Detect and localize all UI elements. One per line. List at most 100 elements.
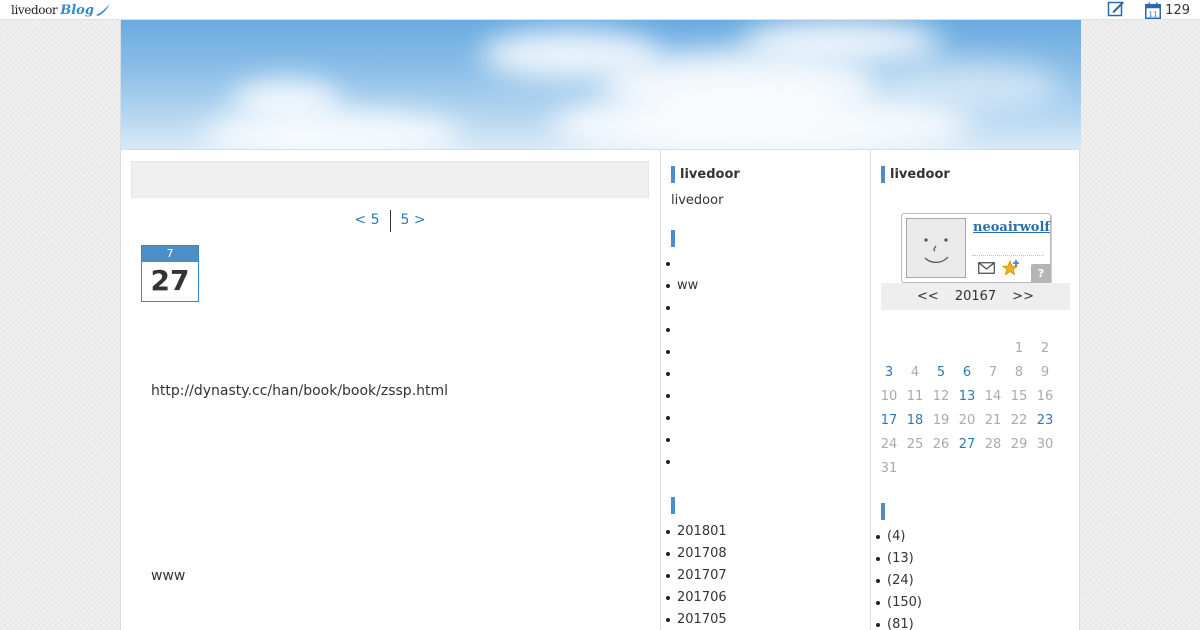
edit-post-button[interactable]	[1107, 0, 1125, 21]
recent-entry-item[interactable]	[661, 429, 861, 451]
calendar-blank-cell	[902, 337, 928, 361]
recent-entry-item[interactable]	[661, 297, 861, 319]
category-item[interactable]: (81)	[871, 614, 1071, 630]
recent-entry-item[interactable]	[661, 319, 861, 341]
calendar-month-label: 20167	[954, 289, 997, 304]
top-right-tools: 11 129	[1107, 0, 1190, 20]
entry-body-url: http://dynasty.cc/han/book/book/zssp.htm…	[151, 383, 449, 399]
entry-date-month: 7	[142, 246, 198, 262]
categories-list: (4) (13) (24) (150) (81)	[871, 526, 1071, 630]
calendar-day-17[interactable]: 17	[876, 409, 902, 433]
sidebar-section-title: livedoor	[671, 166, 740, 183]
mail-icon	[978, 262, 995, 274]
main-column: < 5 5 > 7 27 http://dynasty.cc/han/book/…	[131, 161, 651, 584]
calendar-day-20: 20	[958, 413, 976, 428]
calendar-day-18[interactable]: 18	[902, 409, 928, 433]
header-banner[interactable]	[121, 20, 1081, 150]
calendar-day-26: 26	[932, 437, 950, 452]
recent-entries-list: ww	[661, 253, 861, 473]
calendar-day-5[interactable]: 5	[928, 361, 954, 385]
calendar-icon: 11	[1145, 2, 1162, 19]
calendar-blank-cell	[980, 337, 1006, 361]
profile-help-button[interactable]: ?	[1031, 264, 1051, 283]
calendar-day-19: 19	[932, 413, 950, 428]
calendar-day-7: 7	[988, 365, 998, 380]
main-top-box	[131, 161, 649, 198]
recent-entry-item[interactable]	[661, 253, 861, 275]
blog-page: < 5 5 > 7 27 http://dynasty.cc/han/book/…	[120, 20, 1081, 630]
top-bar: livedoor Blog 11 129	[0, 0, 1200, 20]
banner-cloud	[231, 80, 341, 120]
prev-entry-link[interactable]: < 5	[344, 212, 389, 232]
banner-cloud	[741, 20, 941, 65]
recent-entry-item[interactable]	[661, 363, 861, 385]
calendar-nav: << 20167 >>	[881, 283, 1070, 310]
categories-title	[881, 503, 885, 520]
calendar-next-button[interactable]: >>	[1012, 289, 1034, 304]
calendar-day-11: 11	[906, 389, 924, 404]
logo-swoosh-icon	[95, 4, 110, 16]
calendar-day-25: 25	[906, 437, 924, 452]
calendar-day-2: 2	[1040, 341, 1050, 356]
add-favorite-button[interactable]	[1001, 259, 1020, 281]
livedoor-blog-logo[interactable]: livedoor Blog	[11, 0, 111, 20]
calendar-day-8: 8	[1014, 365, 1024, 380]
recent-entry-item[interactable]	[661, 407, 861, 429]
archive-item[interactable]: 201706	[661, 587, 861, 609]
logo-blog-text: Blog	[60, 2, 94, 18]
edit-icon	[1107, 1, 1125, 16]
mail-button[interactable]	[978, 262, 995, 278]
profile-divider	[972, 255, 1044, 256]
calendar-day-22: 22	[1010, 413, 1028, 428]
calendar-prev-button[interactable]: <<	[917, 289, 939, 304]
default-face-icon	[924, 238, 949, 264]
calendar-day-13[interactable]: 13	[954, 385, 980, 409]
archive-item[interactable]: 201707	[661, 565, 861, 587]
calendar-icon-day: 11	[1149, 10, 1158, 18]
calendar-day-29: 29	[1010, 437, 1028, 452]
entry-date-badge: 7 27	[141, 245, 199, 302]
calendar-day-27[interactable]: 27	[954, 433, 980, 457]
calendar-day-16: 16	[1036, 389, 1054, 404]
calendar-day-9: 9	[1040, 365, 1050, 380]
sidebar-section-text: livedoor	[671, 193, 724, 208]
category-item[interactable]: (13)	[871, 548, 1071, 570]
archives-title	[671, 497, 675, 514]
calendar-day-14: 14	[984, 389, 1002, 404]
calendar-day-28: 28	[984, 437, 1002, 452]
calendar-day-12: 12	[932, 389, 950, 404]
profile-name-link[interactable]: neoairwolf	[973, 220, 1050, 235]
calendar-day-31: 31	[880, 461, 898, 476]
calendar-blank-cell	[928, 337, 954, 361]
calendar-blank-cell	[954, 337, 980, 361]
recent-entry-item[interactable]: ww	[661, 275, 861, 297]
avatar[interactable]	[906, 218, 966, 278]
calendar-day-15: 15	[1010, 389, 1028, 404]
category-item[interactable]: (24)	[871, 570, 1071, 592]
calendar-day-23[interactable]: 23	[1032, 409, 1058, 433]
next-entry-link[interactable]: 5 >	[391, 212, 436, 232]
pager: < 5 5 >	[131, 210, 649, 232]
archives-list: 201801 201708 201707 201706 201705	[661, 521, 861, 630]
recent-entry-item[interactable]	[661, 385, 861, 407]
calendar-day-21: 21	[984, 413, 1002, 428]
sidebar-section-title-2	[671, 230, 675, 247]
banner-cloud	[881, 60, 1061, 110]
profile-card: neoairwolf ?	[901, 213, 1051, 283]
recent-entry-item[interactable]	[661, 451, 861, 473]
calendar-day-30: 30	[1036, 437, 1054, 452]
logo-livedoor-text: livedoor	[11, 3, 58, 17]
recent-entry-item[interactable]	[661, 341, 861, 363]
calendar-blank-cell	[876, 337, 902, 361]
calendar-day-4: 4	[910, 365, 920, 380]
archive-item[interactable]: 201801	[661, 521, 861, 543]
calendar-count-link[interactable]: 11 129	[1145, 2, 1190, 19]
calendar-day-1: 1	[1014, 341, 1024, 356]
calendar-day-6[interactable]: 6	[954, 361, 980, 385]
category-item[interactable]: (4)	[871, 526, 1071, 548]
category-item[interactable]: (150)	[871, 592, 1071, 614]
archive-item[interactable]: 201708	[661, 543, 861, 565]
archive-item[interactable]: 201705	[661, 609, 861, 630]
calendar-grid: 1 2 3 4 5 6 7 8 9 10 11 12 13 14 15 16 17 18 19 20 21 22 23 24 2…	[876, 337, 1058, 481]
calendar-day-3[interactable]: 3	[876, 361, 902, 385]
